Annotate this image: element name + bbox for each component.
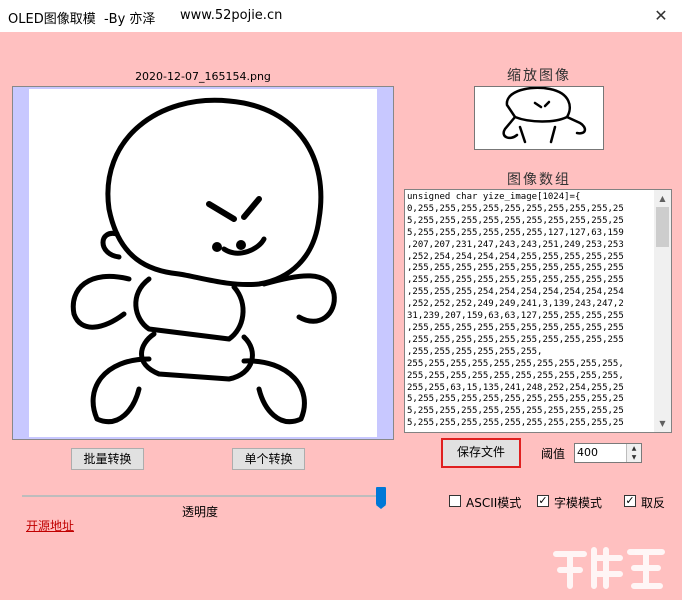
- font-mode-box[interactable]: ✓: [537, 495, 549, 507]
- app-window: OLED图像取模 -By 亦泽 www.52pojie.cn ✕ 2020-12…: [0, 0, 682, 600]
- batch-convert-button[interactable]: 批量转换: [71, 448, 144, 470]
- slider-track: [22, 495, 384, 497]
- spin-down-icon[interactable]: ▼: [627, 453, 641, 462]
- array-scrollbar[interactable]: ▲ ▼: [654, 190, 671, 432]
- scroll-up-icon[interactable]: ▲: [654, 190, 671, 207]
- invert-box[interactable]: ✓: [624, 495, 636, 507]
- preview-canvas: [29, 89, 377, 437]
- threshold-spinner[interactable]: ▲ ▼: [626, 444, 641, 462]
- image-preview: [12, 86, 394, 440]
- font-mode-label: 字模模式: [554, 496, 603, 510]
- title-bar: OLED图像取模 -By 亦泽 www.52pojie.cn ✕: [0, 0, 682, 32]
- watermark-logo: [553, 547, 665, 589]
- thumbnail-preview: [474, 86, 604, 150]
- close-button[interactable]: ✕: [640, 0, 682, 32]
- source-link[interactable]: 开源地址: [26, 517, 74, 534]
- close-icon: ✕: [654, 6, 668, 25]
- array-textarea[interactable]: unsigned char yize_image[1024]={ 0,255,2…: [404, 189, 672, 433]
- baby-cartoon-image: [70, 97, 337, 425]
- array-title: 图像数组: [507, 172, 571, 188]
- scroll-down-icon[interactable]: ▼: [654, 415, 671, 432]
- window-title-url: www.52pojie.cn: [180, 8, 283, 23]
- ascii-mode-label: ASCII模式: [466, 496, 522, 510]
- single-convert-button[interactable]: 单个转换: [232, 448, 305, 470]
- spin-up-icon[interactable]: ▲: [627, 444, 641, 453]
- invert-label: 取反: [641, 496, 666, 510]
- preview-filename: 2020-12-07_165154.png: [135, 70, 271, 83]
- window-title: OLED图像取模 -By 亦泽: [8, 12, 156, 27]
- array-text: unsigned char yize_image[1024]={ 0,255,2…: [407, 192, 624, 429]
- opacity-label: 透明度: [181, 505, 218, 519]
- threshold-value[interactable]: 400: [577, 446, 598, 459]
- thumbnail-image: [502, 87, 587, 144]
- slider-thumb[interactable]: [376, 487, 386, 509]
- thumbnail-title: 缩放图像: [507, 68, 571, 84]
- threshold-label: 阈值: [541, 447, 566, 461]
- ascii-mode-box[interactable]: [449, 495, 461, 507]
- threshold-spinbox[interactable]: 400 ▲ ▼: [574, 443, 642, 463]
- save-file-button[interactable]: 保存文件: [441, 438, 521, 468]
- scrollbar-thumb[interactable]: [656, 207, 669, 247]
